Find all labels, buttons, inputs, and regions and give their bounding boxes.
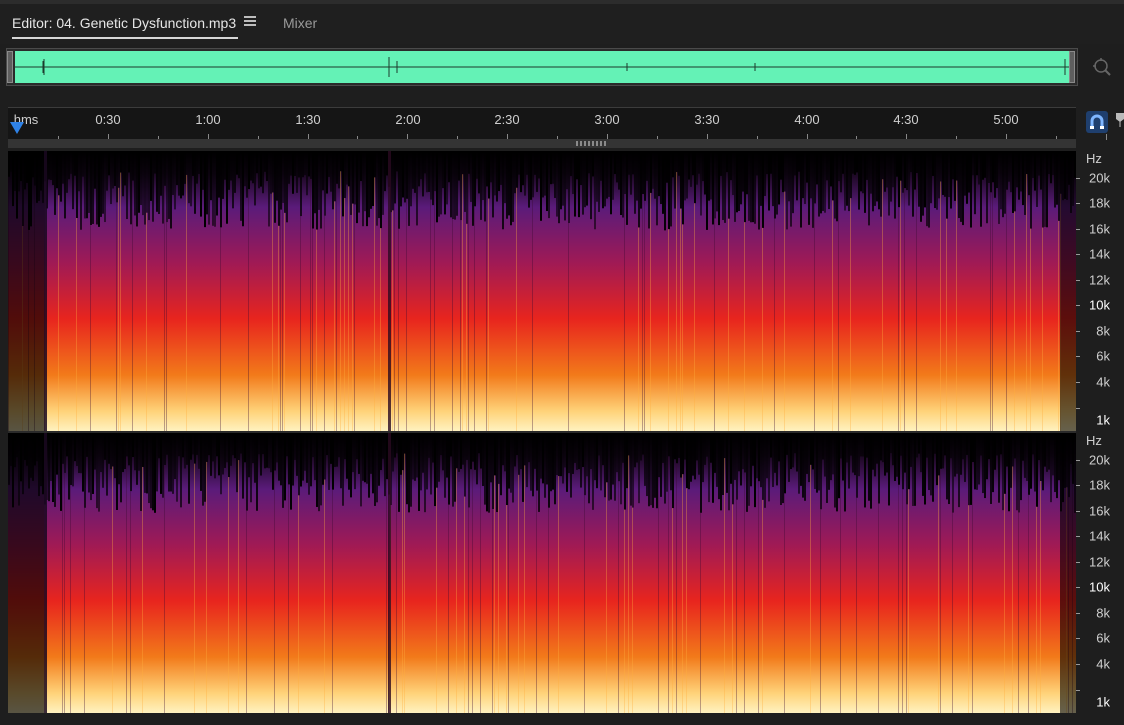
time-label: 1:00 (195, 112, 221, 127)
frequency-axis-right: Hz 20k 18k 16k 14k 12k 10k 8k 6k 4k 1k (1076, 433, 1124, 713)
overview-waveform (15, 51, 1069, 83)
time-ruler[interactable]: hms 0:30 1:00 1:30 2:00 2:30 3:00 3:30 4… (8, 107, 1107, 140)
hz-tick (1076, 331, 1080, 332)
tab-editor[interactable]: Editor: 04. Genetic Dysfunction.mp3 (12, 15, 239, 39)
hz-label: 6k (1096, 348, 1110, 364)
time-label: 5:00 (993, 112, 1019, 127)
time-label: 1:30 (295, 112, 321, 127)
playhead-marker-icon[interactable] (10, 122, 24, 134)
hz-tick (1076, 638, 1080, 639)
snapping-magnet-icon[interactable] (1086, 111, 1108, 133)
hz-tick (1076, 408, 1080, 409)
hz-label: 1k (1096, 412, 1110, 428)
hz-label: 14k (1089, 246, 1110, 262)
hz-label: 18k (1089, 195, 1110, 211)
hz-tick (1076, 485, 1080, 486)
horizontal-scrollbar[interactable] (8, 139, 1076, 148)
time-label: 2:30 (494, 112, 520, 127)
hz-label: 12k (1089, 554, 1110, 570)
hz-label: 20k (1089, 452, 1110, 468)
hz-tick (1076, 536, 1080, 537)
hz-tick (1076, 254, 1080, 255)
hz-tick (1076, 280, 1080, 281)
zoom-to-fit-icon[interactable] (1092, 57, 1112, 77)
hz-label: 20k (1089, 170, 1110, 186)
overview-right-handle[interactable] (1069, 51, 1075, 83)
time-label: 4:30 (893, 112, 919, 127)
hz-label: 8k (1096, 323, 1110, 339)
hz-label: 6k (1096, 630, 1110, 646)
hz-tick (1076, 562, 1080, 563)
time-label: 0:30 (95, 112, 121, 127)
hz-tick (1076, 587, 1080, 588)
hz-tick (1076, 178, 1080, 179)
overview-left-handle[interactable] (7, 51, 13, 83)
hz-label: 16k (1089, 503, 1110, 519)
time-label: 4:00 (794, 112, 820, 127)
scrollbar-grip[interactable] (576, 141, 608, 146)
hz-tick (1076, 356, 1080, 357)
hz-label: 10k (1089, 579, 1110, 595)
hz-label: 1k (1096, 694, 1110, 710)
marker-icon[interactable] (1116, 113, 1124, 127)
hz-tick (1076, 382, 1080, 383)
hz-tick (1076, 613, 1080, 614)
hz-unit-label: Hz (1086, 433, 1102, 448)
left-gutter (0, 148, 8, 725)
spectral-display-channel-right[interactable] (8, 433, 1076, 713)
hz-tick (1076, 664, 1080, 665)
waveform-overview[interactable] (6, 48, 1078, 86)
hz-tick (1076, 203, 1080, 204)
time-label: 3:30 (694, 112, 720, 127)
hz-label: 10k (1089, 297, 1110, 313)
hz-tick (1076, 229, 1080, 230)
editor-bottom-border (0, 713, 1124, 725)
hz-label: 16k (1089, 221, 1110, 237)
hz-label: 8k (1096, 605, 1110, 621)
hz-unit-label: Hz (1086, 151, 1102, 166)
time-label: 2:00 (395, 112, 421, 127)
hamburger-menu-icon[interactable] (244, 16, 256, 28)
hz-tick (1076, 460, 1080, 461)
hz-tick (1076, 690, 1080, 691)
hz-label: 12k (1089, 272, 1110, 288)
panel-tab-bar: Editor: 04. Genetic Dysfunction.mp3 Mixe… (0, 4, 1124, 44)
tab-mixer[interactable]: Mixer (283, 15, 317, 31)
hz-label: 4k (1096, 374, 1110, 390)
spectral-display-channel-left[interactable] (8, 151, 1076, 431)
ruler-tick (1105, 134, 1107, 140)
frequency-axis-left: Hz 20k 18k 16k 14k 12k 10k 8k 6k 4k 1k (1076, 151, 1124, 431)
hz-tick (1076, 511, 1080, 512)
hz-label: 14k (1089, 528, 1110, 544)
hz-label: 18k (1089, 477, 1110, 493)
time-label: 3:00 (594, 112, 620, 127)
hz-tick (1076, 305, 1080, 306)
hz-label: 4k (1096, 656, 1110, 672)
